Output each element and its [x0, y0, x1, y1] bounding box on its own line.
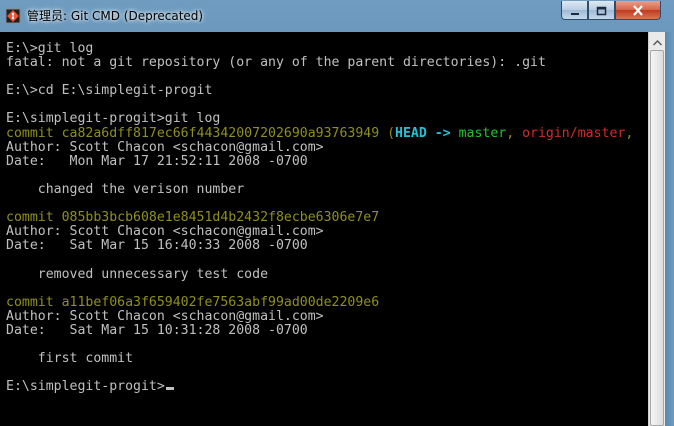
console-line: commit a11bef06a3f659402fe7563abf99ad00d…: [6, 294, 633, 310]
caption-buttons: [559, 1, 670, 21]
console-text-segment: Author: Scott Chacon <schacon@gmail.com>: [6, 308, 324, 324]
console-text-segment: first commit: [6, 351, 134, 367]
console-text-segment: commit 085bb3bcb608e1e8451d4b2432f8ecbe6…: [6, 210, 380, 226]
console-text-segment: Date: Sat Mar 15 16:40:33 2008 -0700: [6, 238, 308, 254]
console-text-segment: Author: Scott Chacon <schacon@gmail.com>: [6, 224, 324, 240]
console-text-segment: commit ca82a6dff817ec66f44342007202690a9…: [6, 125, 396, 141]
console-line: E:\>cd E:\simplegit-progit: [6, 84, 633, 98]
console-text-segment: Date: Mon Mar 17 21:52:11 2008 -0700: [6, 153, 308, 169]
vertical-scrollbar[interactable]: [648, 32, 665, 426]
title-bar[interactable]: 管理员: Git CMD (Deprecated): [0, 0, 674, 32]
console-lines: E:\>git log fatal: not a git repository (…: [6, 41, 634, 394]
console-line: Author: Scott Chacon <schacon@gmail.com>: [6, 139, 633, 155]
console-window: 管理员: Git CMD (Deprecated) E:\>git log fat…: [0, 0, 674, 426]
close-icon: [632, 1, 644, 20]
console-line: changed the verison number: [6, 181, 633, 197]
console-text-segment: fatal: not a git repository (or any of t…: [6, 55, 546, 71]
console-text-segment: ,: [625, 125, 634, 141]
text-cursor: [165, 387, 174, 391]
console-text-segment: removed unnecessary test code: [6, 266, 269, 282]
console-line: Author: Scott Chacon <schacon@gmail.com>: [6, 308, 633, 324]
window-frame-right: [665, 32, 674, 426]
console-text-segment: changed the verison number: [6, 181, 245, 197]
window-title: 管理员: Git CMD (Deprecated): [27, 9, 204, 23]
console-text-segment: commit a11bef06a3f659402fe7563abf99ad00d…: [6, 294, 380, 310]
console-line: Date: Sat Mar 15 10:31:28 2008 -0700: [6, 322, 633, 338]
maximize-button[interactable]: [588, 1, 615, 20]
console-text-segment: HEAD ->: [395, 125, 459, 141]
console-line: E:\simplegit-progit>: [6, 380, 633, 394]
minimize-button[interactable]: [561, 1, 588, 20]
close-button[interactable]: [615, 1, 661, 20]
scrollbar-thumb[interactable]: [650, 50, 664, 426]
scroll-up-button[interactable]: [649, 32, 665, 49]
console-text-segment: Author: Scott Chacon <schacon@gmail.com>: [6, 139, 324, 155]
console-line: removed unnecessary test code: [6, 266, 633, 282]
console-line: fatal: not a git repository (or any of t…: [6, 56, 633, 70]
console-text-segment: E:\>git log: [6, 41, 94, 56]
console-line: commit 085bb3bcb608e1e8451d4b2432f8ecbe6…: [6, 211, 633, 225]
git-icon[interactable]: [5, 8, 21, 24]
console-text-segment: E:\simplegit-progit>git log: [6, 111, 221, 127]
console-line: first commit: [6, 352, 633, 366]
console-line: commit ca82a6dff817ec66f44342007202690a9…: [6, 125, 634, 141]
console-line: E:\>git log: [6, 41, 633, 56]
console-text-segment: origin/master: [522, 125, 626, 141]
console-line: Date: Mon Mar 17 21:52:11 2008 -0700: [6, 153, 633, 169]
console-line: E:\simplegit-progit>git log: [6, 112, 633, 126]
console-text-segment: Date: Sat Mar 15 10:31:28 2008 -0700: [6, 322, 308, 338]
scroll-up-arrow-icon: [652, 31, 662, 50]
maximize-icon: [596, 1, 607, 20]
console-text-segment: ,: [506, 125, 523, 141]
console-line: Author: Scott Chacon <schacon@gmail.com>: [6, 225, 633, 239]
console-text-segment: E:\simplegit-progit>: [6, 379, 165, 395]
console-line: Date: Sat Mar 15 16:40:33 2008 -0700: [6, 239, 633, 253]
console-text-segment: master: [458, 125, 507, 141]
console-output[interactable]: E:\>git log fatal: not a git repository (…: [0, 32, 648, 426]
console-text-segment: E:\>cd E:\simplegit-progit: [6, 83, 213, 99]
minimize-icon: [570, 1, 580, 20]
